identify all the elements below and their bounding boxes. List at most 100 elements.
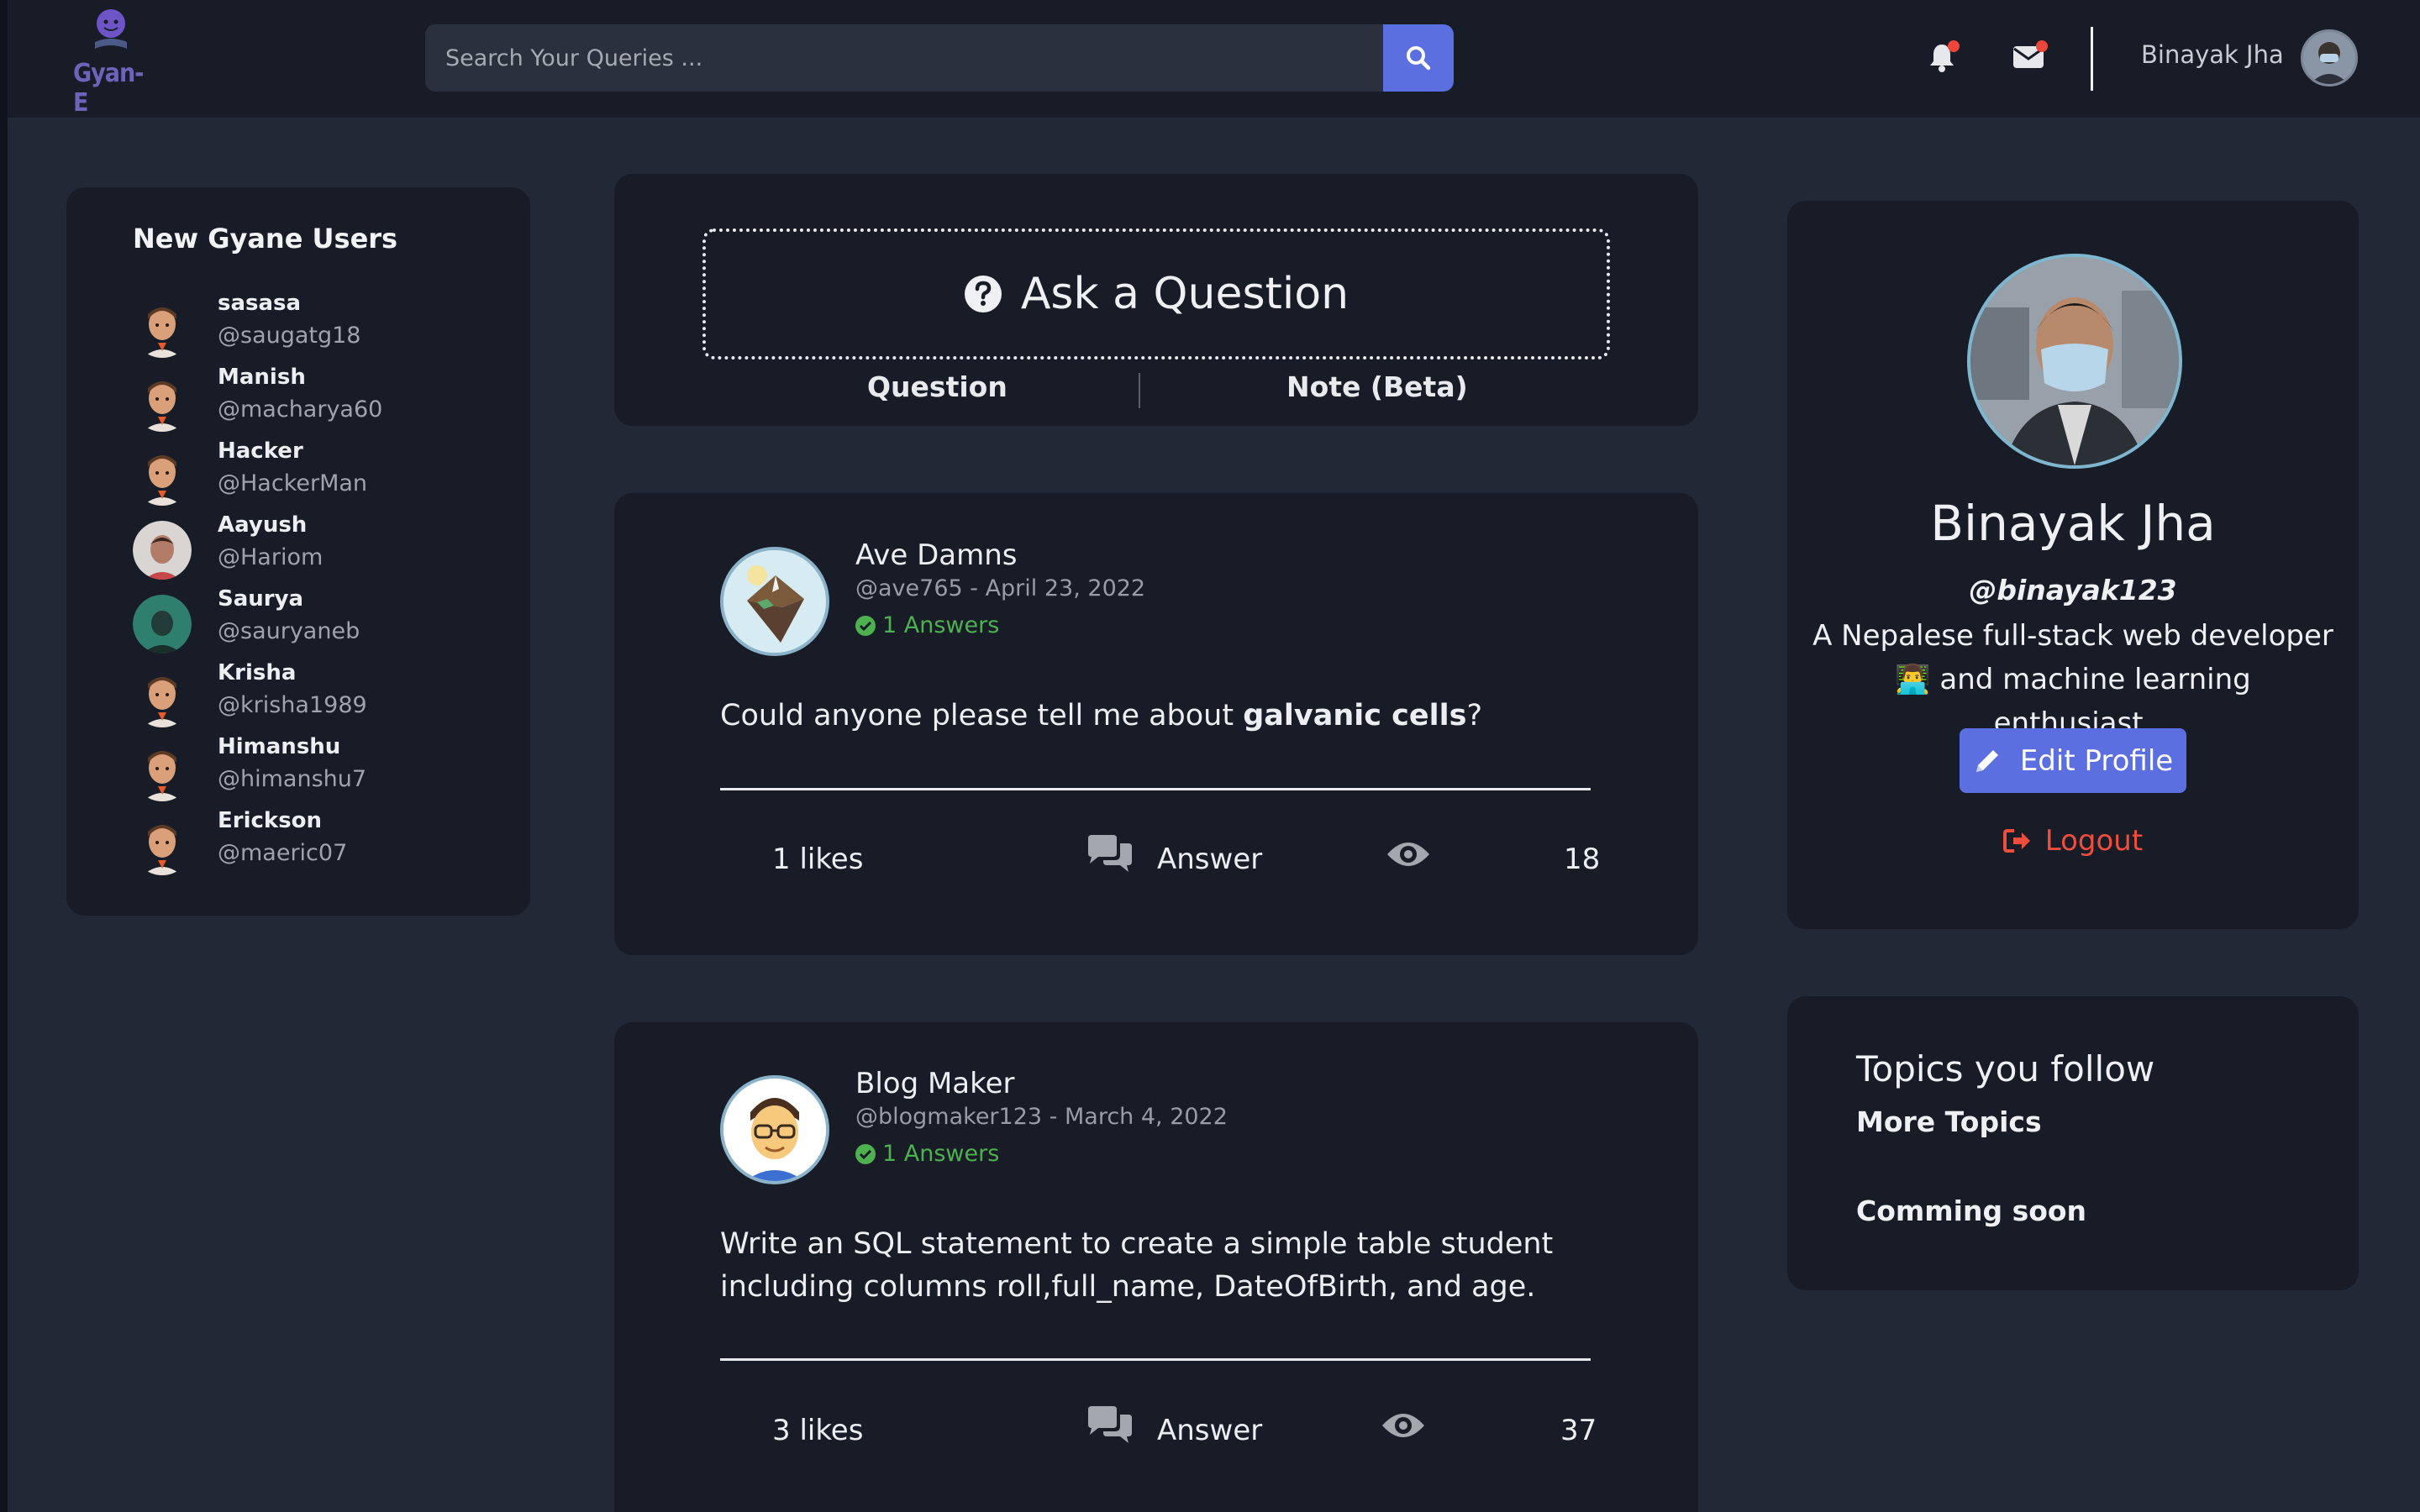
user-handle: @himanshu7: [218, 766, 367, 792]
check-circle-icon: [855, 615, 876, 636]
question-text-end: ?: [1466, 699, 1483, 732]
likes-button[interactable]: 3 likes: [772, 1414, 863, 1447]
tab-note-beta[interactable]: Note (Beta): [1286, 370, 1468, 403]
more-topics-link[interactable]: More Topics: [1856, 1105, 2042, 1138]
question-text[interactable]: Could anyone please tell me about galvan…: [720, 695, 1594, 738]
avatar: [133, 743, 192, 801]
user-handle: @macharya60: [218, 396, 383, 423]
question-text-part: Could anyone please tell me about: [720, 699, 1244, 732]
author-name[interactable]: Ave Damns: [855, 538, 1018, 572]
pencil-icon: [1975, 749, 1998, 772]
logo-mark-icon: [95, 9, 127, 49]
header-divider: [2091, 27, 2093, 91]
user-name: Manish: [218, 365, 306, 390]
edit-profile-button[interactable]: Edit Profile: [1960, 728, 2186, 793]
avatar: [133, 816, 192, 875]
views-count: 37: [1560, 1414, 1597, 1447]
likes-button[interactable]: 1 likes: [772, 843, 863, 876]
header-avatar[interactable]: [2301, 29, 2358, 87]
author-name[interactable]: Blog Maker: [855, 1067, 1015, 1100]
header-username[interactable]: Binayak Jha: [2141, 40, 2284, 69]
post-meta: @ave765 - April 23, 2022: [855, 575, 1146, 601]
new-users-title: New Gyane Users: [133, 223, 398, 255]
user-name: Aayush: [218, 512, 308, 538]
views-count: 18: [1564, 843, 1601, 876]
profile-card: Binayak Jha @binayak123 A Nepalese full-…: [1787, 201, 2359, 929]
avatar: [133, 447, 192, 506]
left-edge: [0, 0, 8, 1512]
new-users-card: New Gyane Users sasasa @saugatg18 Manish…: [66, 187, 530, 916]
eye-icon: [1381, 1410, 1426, 1444]
divider: [720, 1358, 1591, 1361]
user-handle: @krisha1989: [218, 692, 367, 718]
user-list-item[interactable]: Saurya @sauryaneb: [133, 586, 502, 654]
comments-icon[interactable]: [1085, 835, 1134, 879]
edit-profile-label: Edit Profile: [2019, 743, 2174, 778]
comments-icon[interactable]: [1085, 1406, 1134, 1450]
eye-icon: [1386, 839, 1431, 873]
answers-count: 1 Answers: [855, 612, 999, 638]
user-handle: @sauryaneb: [218, 618, 360, 644]
logo-text: Gyan-E: [73, 59, 144, 118]
author-avatar[interactable]: [720, 547, 829, 656]
user-photo: [2303, 32, 2355, 84]
user-list-item[interactable]: Himanshu @himanshu7: [133, 734, 502, 801]
notifications-button[interactable]: [1928, 40, 1960, 76]
answers-count: 1 Answers: [855, 1141, 999, 1167]
profile-bio: A Nepalese full-stack web developer 👨‍💻 …: [1812, 619, 2333, 740]
avatar: [133, 299, 192, 358]
divider: [720, 788, 1591, 790]
user-list-item[interactable]: Erickson @maeric07: [133, 808, 502, 875]
topics-card: Topics you follow More Topics Comming so…: [1787, 996, 2359, 1290]
author-avatar[interactable]: [720, 1075, 829, 1184]
check-circle-icon: [855, 1143, 876, 1164]
avatar: [133, 521, 192, 580]
user-list-item[interactable]: Hacker @HackerMan: [133, 438, 502, 506]
user-list-item[interactable]: Manish @macharya60: [133, 365, 502, 432]
question-text-highlight: galvanic cells: [1243, 699, 1467, 732]
messages-button[interactable]: [2012, 40, 2048, 72]
user-list-item[interactable]: Krisha @krisha1989: [133, 660, 502, 727]
answer-button[interactable]: Answer: [1157, 1414, 1262, 1447]
avatar: [133, 595, 192, 654]
user-handle: @maeric07: [218, 840, 348, 866]
question-text[interactable]: Write an SQL statement to create a simpl…: [720, 1223, 1560, 1309]
user-list-item[interactable]: sasasa @saugatg18: [133, 291, 502, 358]
user-handle: @Hariom: [218, 544, 324, 570]
user-handle: @saugatg18: [218, 323, 361, 349]
top-navbar: Gyan-E Binayak Jha: [8, 0, 2420, 118]
question-card: Ave Damns @ave765 - April 23, 2022 1 Ans…: [614, 493, 1698, 955]
coming-soon-text: Comming soon: [1856, 1194, 2087, 1227]
ask-question-button[interactable]: Ask a Question: [702, 228, 1610, 360]
notification-dot: [1948, 40, 1960, 52]
search-input[interactable]: [425, 24, 1376, 92]
answers-label: 1 Answers: [882, 1141, 1000, 1167]
logo[interactable]: Gyan-E: [65, 7, 157, 118]
sign-out-icon: [2002, 829, 2030, 853]
user-list-item[interactable]: Aayush @Hariom: [133, 512, 502, 580]
answer-button[interactable]: Answer: [1157, 843, 1262, 876]
tab-question[interactable]: Question: [867, 370, 1007, 403]
user-name: sasasa: [218, 291, 302, 316]
topics-title: Topics you follow: [1856, 1048, 2155, 1089]
search-button[interactable]: [1383, 24, 1454, 92]
answers-label: 1 Answers: [882, 612, 1000, 638]
user-handle: @HackerMan: [218, 470, 368, 496]
logout-button[interactable]: Logout: [1787, 824, 2359, 858]
question-text-part: Write an SQL statement to create a simpl…: [720, 1227, 1554, 1304]
question-circle-icon: [964, 276, 1002, 312]
logout-label: Logout: [2044, 824, 2144, 858]
user-name: Krisha: [218, 660, 297, 685]
avatar: [133, 373, 192, 432]
search-bar: [425, 24, 1454, 92]
tab-separator: [1139, 373, 1140, 408]
search-icon: [1407, 46, 1431, 71]
user-name: Erickson: [218, 808, 323, 833]
profile-avatar[interactable]: [1967, 254, 2182, 469]
ask-question-label: Ask a Question: [1020, 269, 1349, 319]
avatar: [133, 669, 192, 727]
user-name: Hacker: [218, 438, 303, 464]
profile-name: Binayak Jha: [1930, 495, 2216, 552]
ask-question-card: Ask a Question Question Note (Beta): [614, 174, 1698, 426]
post-meta: @blogmaker123 - March 4, 2022: [855, 1104, 1228, 1130]
